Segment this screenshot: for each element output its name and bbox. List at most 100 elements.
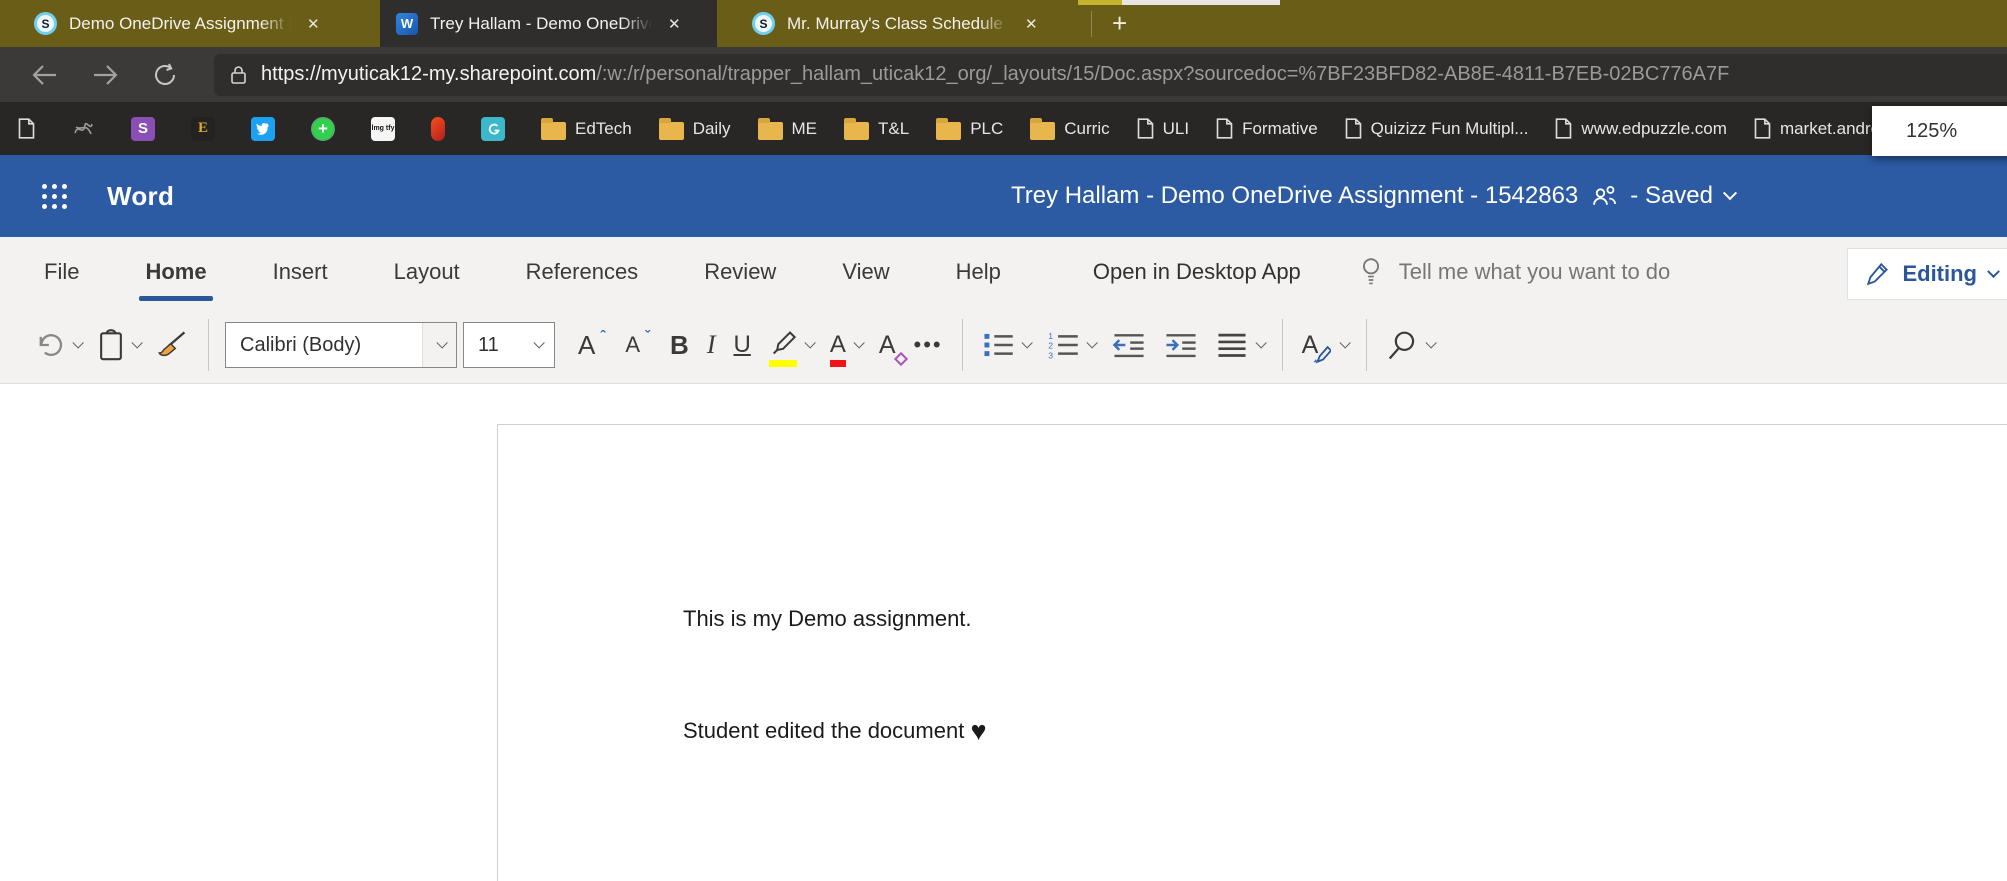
window-top-accent-light [1122, 0, 1280, 5]
bookmark-label: ME [792, 119, 818, 139]
font-name-dropdown[interactable] [422, 323, 456, 367]
bookmark-item[interactable] [481, 117, 514, 141]
bold-button[interactable]: B [661, 317, 698, 373]
chevron-down-icon [1021, 337, 1032, 348]
close-tab-icon[interactable]: ✕ [1021, 13, 1042, 35]
find-button[interactable] [1377, 317, 1442, 373]
chevron-down-icon [1086, 337, 1097, 348]
clear-formatting-button[interactable]: A [870, 317, 905, 373]
tab-demo-onedrive-assignment[interactable]: S Demo OneDrive Assignment | Sch ✕ [18, 0, 362, 47]
bookmark-folder-me[interactable]: ME [758, 118, 818, 140]
app-name: Word [107, 181, 174, 212]
tab-view[interactable]: View [840, 253, 891, 291]
twitter-icon [251, 117, 275, 141]
highlight-color-button[interactable] [760, 317, 821, 373]
bookmark-item[interactable] [71, 117, 104, 141]
tab-class-schedule[interactable]: S Mr. Murray's Class Schedule | Sch ✕ [736, 0, 1083, 47]
bookmark-item-quizizz[interactable]: Quizizz Fun Multipl... [1345, 118, 1529, 139]
folder-icon [758, 122, 783, 140]
italic-button[interactable]: I [698, 317, 725, 373]
underline-button[interactable]: U [724, 317, 759, 373]
bookmark-item[interactable] [251, 117, 284, 141]
bookmark-folder-edtech[interactable]: EdTech [541, 118, 632, 140]
lock-icon [230, 64, 247, 86]
url-field[interactable]: https://myuticak12-my.sharepoint.com/:w:… [214, 54, 2007, 96]
font-name-combobox[interactable]: Calibri (Body) [225, 322, 457, 368]
decrease-indent-button[interactable] [1103, 317, 1155, 373]
bookmark-item-uli[interactable]: ULI [1137, 118, 1189, 139]
page-icon [18, 118, 35, 139]
line2-text: Student edited the document [683, 718, 964, 743]
document-title[interactable]: Trey Hallam - Demo OneDrive Assignment -… [1011, 182, 1578, 210]
address-bar: https://myuticak12-my.sharepoint.com/:w:… [0, 47, 2007, 102]
bookmark-label: ULI [1163, 119, 1189, 139]
tab-insert[interactable]: Insert [271, 253, 330, 291]
more-options-icon: ••• [914, 332, 943, 358]
bookmark-item[interactable]: lmg tfy [371, 117, 404, 141]
saved-status[interactable]: - Saved [1630, 182, 1713, 210]
tab-help[interactable]: Help [954, 253, 1003, 291]
forward-button[interactable] [82, 55, 128, 95]
bookmark-item[interactable] [18, 118, 44, 139]
bookmark-item[interactable] [431, 117, 454, 141]
tab-file[interactable]: File [42, 253, 81, 291]
tab-bar: S Demo OneDrive Assignment | Sch ✕ W Tre… [0, 0, 2007, 47]
bookmark-item[interactable]: E [191, 117, 224, 141]
format-painter-button[interactable] [148, 317, 198, 373]
tab-review[interactable]: Review [702, 253, 778, 291]
toolbar-divider [962, 319, 963, 371]
bookmark-label: www.edpuzzle.com [1581, 119, 1727, 139]
app-launcher-waffle-icon[interactable] [34, 176, 75, 217]
bookmark-folder-curric[interactable]: Curric [1030, 118, 1109, 140]
close-tab-icon[interactable]: ✕ [303, 13, 324, 35]
bullet-list-icon [982, 330, 1014, 360]
tab-trey-hallam-active[interactable]: W Trey Hallam - Demo OneDrive As ✕ [380, 0, 717, 47]
zoom-level-popup: 125% [1872, 106, 2007, 156]
undo-icon [35, 331, 65, 359]
close-tab-icon[interactable]: ✕ [664, 13, 685, 35]
italic-icon: I [707, 330, 716, 360]
tab-title: Mr. Murray's Class Schedule | Sch [787, 14, 1009, 34]
open-in-desktop-app-button[interactable]: Open in Desktop App [1093, 259, 1301, 285]
bookmark-item[interactable]: + [311, 117, 344, 141]
lmgtfy-icon: lmg tfy [371, 117, 395, 141]
alignment-button[interactable] [1207, 317, 1272, 373]
bullets-button[interactable] [973, 317, 1038, 373]
chevron-down-icon[interactable] [1723, 186, 1737, 200]
numbering-button[interactable]: 1 2 3 [1038, 317, 1103, 373]
styles-button[interactable]: A [1293, 317, 1357, 373]
editing-mode-button[interactable]: Editing [1847, 248, 2007, 300]
tell-me-box[interactable]: Tell me what you want to do [1359, 256, 1670, 288]
svg-text:2: 2 [1048, 341, 1053, 351]
new-tab-button[interactable]: + [1102, 8, 1137, 39]
shrink-font-button[interactable]: Aˇ [616, 317, 661, 373]
tab-home[interactable]: Home [143, 253, 208, 291]
bookmark-label: Formative [1242, 119, 1318, 139]
back-button[interactable] [22, 55, 68, 95]
refresh-button[interactable] [142, 55, 188, 95]
folder-icon [1030, 122, 1055, 140]
undo-button[interactable] [26, 317, 89, 373]
people-icon[interactable] [1590, 184, 1618, 208]
font-color-button[interactable]: A [821, 317, 870, 373]
more-font-options-button[interactable]: ••• [905, 317, 952, 373]
font-size-dropdown[interactable] [520, 323, 554, 367]
bookmark-item[interactable]: S [131, 117, 164, 141]
chevron-down-icon [72, 337, 83, 348]
font-size-combobox[interactable]: 11 [463, 322, 555, 368]
toolbar-divider [1282, 319, 1283, 371]
toolbar-divider [1366, 319, 1367, 371]
tab-references[interactable]: References [524, 253, 641, 291]
document-canvas[interactable]: This is my Demo assignment. Student edit… [0, 384, 2007, 881]
grow-font-button[interactable]: Aˆ [569, 317, 616, 373]
bookmark-item-formative[interactable]: Formative [1216, 118, 1318, 139]
bookmark-folder-plc[interactable]: PLC [936, 118, 1003, 140]
bookmark-folder-tl[interactable]: T&L [844, 118, 909, 140]
page-left-edge [497, 424, 498, 881]
tab-layout[interactable]: Layout [392, 253, 462, 291]
increase-indent-icon [1164, 330, 1198, 360]
bookmark-folder-daily[interactable]: Daily [659, 118, 731, 140]
increase-indent-button[interactable] [1155, 317, 1207, 373]
bookmark-item-edpuzzle[interactable]: www.edpuzzle.com [1555, 118, 1727, 139]
paste-button[interactable] [89, 317, 148, 373]
